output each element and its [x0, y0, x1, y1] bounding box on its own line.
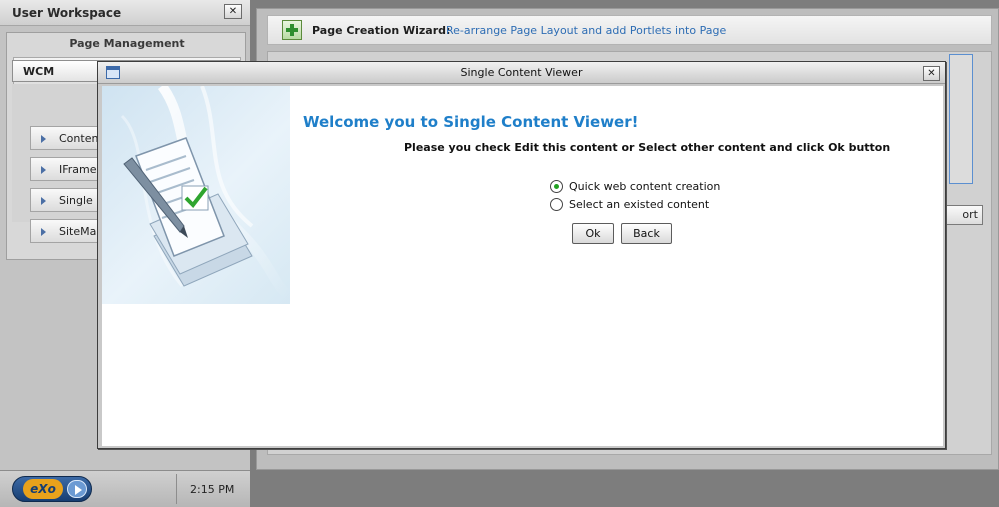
back-button[interactable]: Back: [621, 223, 672, 244]
exo-start-button[interactable]: eXo: [12, 476, 92, 502]
wizard-step-description[interactable]: Re-arrange Page Layout and add Portlets …: [446, 24, 726, 37]
wcm-category-label: WCM: [23, 65, 55, 78]
tray-clock: 2:15 PM: [190, 483, 235, 496]
arrow-right-icon: [41, 135, 46, 143]
add-page-icon: [282, 20, 302, 40]
wizard-title: Page Creation Wizard:: [312, 24, 451, 37]
dialog-titlebar[interactable]: Single Content Viewer ✕: [98, 62, 945, 84]
dialog-heading: Welcome you to Single Content Viewer!: [303, 113, 639, 131]
radio-select-existed-content[interactable]: [550, 198, 563, 211]
page-management-title: Page Management: [69, 37, 185, 50]
dialog-close-button[interactable]: ✕: [923, 66, 940, 81]
play-icon: [67, 480, 87, 498]
dialog-instructions: Please you check Edit this content or Se…: [404, 141, 891, 154]
workspace-header: User Workspace ✕: [0, 0, 250, 26]
wizard-layout-container: [949, 54, 973, 184]
dialog-body: Welcome you to Single Content Viewer! Pl…: [102, 86, 943, 446]
document-check-icon: [120, 86, 290, 301]
dialog-title: Single Content Viewer: [460, 66, 583, 79]
portlet-item-label: IFrame: [59, 163, 97, 176]
workspace-close-button[interactable]: ✕: [224, 4, 242, 19]
exo-logo: eXo: [23, 479, 63, 499]
radio-label-select-existed-content[interactable]: Select an existed content: [569, 198, 709, 211]
radio-label-quick-web-content[interactable]: Quick web content creation: [569, 180, 720, 193]
wizard-header: Page Creation Wizard: Re-arrange Page La…: [267, 15, 992, 45]
arrow-right-icon: [41, 228, 46, 236]
ok-button[interactable]: Ok: [572, 223, 614, 244]
wizard-partial-button-label: ort: [962, 208, 978, 221]
single-content-viewer-dialog: Single Content Viewer ✕ Welcome you to S…: [97, 61, 946, 449]
arrow-right-icon: [41, 166, 46, 174]
arrow-right-icon: [41, 197, 46, 205]
taskbar: eXo 2:15 PM: [0, 470, 250, 507]
workspace-title: User Workspace: [12, 6, 122, 20]
wizard-partial-button[interactable]: ort: [943, 205, 983, 225]
tray-divider: [176, 474, 177, 504]
radio-quick-web-content[interactable]: [550, 180, 563, 193]
document-pen-illustration: [102, 86, 290, 304]
